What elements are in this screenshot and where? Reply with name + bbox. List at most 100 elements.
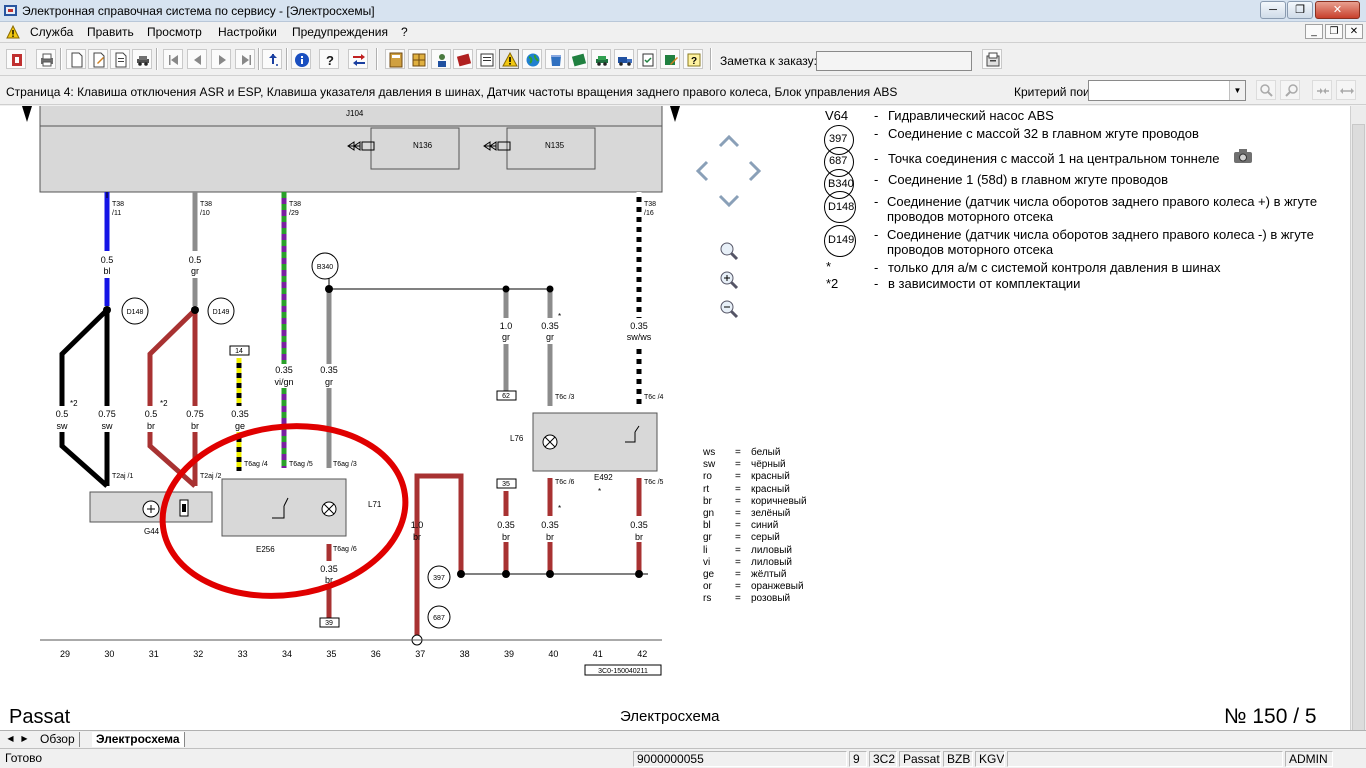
tool-button-7[interactable] <box>522 49 542 69</box>
equals-sign: = <box>735 593 741 605</box>
status-order: 9000000055 <box>633 751 847 767</box>
vehicle-button[interactable] <box>132 49 152 69</box>
color-code: ge <box>703 568 715 580</box>
legend-dash: - <box>874 126 879 141</box>
note-apply-button[interactable] <box>982 49 1002 69</box>
document-icon <box>71 52 83 68</box>
mdi-minimize-button[interactable]: _ <box>1305 24 1323 39</box>
previous-page-button[interactable] <box>187 49 207 69</box>
legend-dash: - <box>874 151 879 166</box>
color-name: жёлтый <box>751 568 787 580</box>
first-page-button[interactable] <box>163 49 183 69</box>
warnings-button[interactable] <box>499 49 519 69</box>
menu-settings[interactable]: Настройки <box>218 25 277 39</box>
swap-button[interactable] <box>348 49 368 69</box>
arrow-up-icon <box>269 54 278 66</box>
color-name: зелёный <box>751 507 791 519</box>
scroll-thumb[interactable] <box>1352 124 1365 734</box>
menu-service[interactable]: Служба <box>30 25 73 39</box>
previous-icon <box>194 55 201 65</box>
tab-overview[interactable]: Обзор <box>36 732 80 747</box>
expand-button[interactable] <box>1336 80 1356 100</box>
status-field-5: KGV <box>975 751 1005 767</box>
tool-button-12[interactable] <box>637 49 657 69</box>
color-code-row: gn = зелёный <box>703 508 807 520</box>
tool-button-9[interactable] <box>568 49 588 69</box>
person-icon <box>438 54 446 67</box>
next-page-button[interactable] <box>211 49 231 69</box>
new-document-button[interactable] <box>66 49 86 69</box>
title-bar: Электронная справочная система по сервис… <box>0 0 1366 22</box>
minimize-button[interactable]: ─ <box>1260 1 1286 19</box>
help-button[interactable]: ? <box>319 49 339 69</box>
list-document-button[interactable] <box>110 49 130 69</box>
info-button[interactable] <box>291 49 311 69</box>
app-icon <box>4 5 17 16</box>
schematic-viewport[interactable]: J104 N136 N135 T38 /11 T38 /10 T38 /29 T… <box>0 106 1350 730</box>
chevron-down-icon[interactable]: ▼ <box>1229 81 1245 100</box>
legend-text-d148: Соединение (датчик числа оборотов заднег… <box>887 194 1318 224</box>
menu-help[interactable]: ? <box>401 25 408 39</box>
mdi-restore-button[interactable]: ❐ <box>1325 24 1343 39</box>
tool-button-1[interactable] <box>385 49 405 69</box>
top-button[interactable] <box>262 49 282 69</box>
color-code-row: gr = серый <box>703 532 807 544</box>
pencil-document-icon <box>93 52 105 68</box>
tool-button-10[interactable] <box>591 49 611 69</box>
color-code-row: rs = розовый <box>703 593 807 605</box>
restore-button[interactable]: ❐ <box>1287 1 1313 19</box>
exit-button[interactable] <box>6 49 26 69</box>
color-code: vi <box>703 556 711 568</box>
arrows-in-icon <box>1317 88 1329 94</box>
color-code-row: bl = синий <box>703 520 807 532</box>
equals-sign: = <box>735 447 741 458</box>
search-back-button[interactable] <box>1256 80 1276 100</box>
search-forward-button[interactable] <box>1280 80 1300 100</box>
truck-icon <box>618 57 632 66</box>
color-code: ro <box>703 471 712 483</box>
car-icon <box>137 56 149 66</box>
color-code-row: vi = лиловый <box>703 557 807 569</box>
page-title: Страница 4: Клавиша отключения ASR и ESP… <box>6 85 898 99</box>
legend-code-star2: *2 <box>826 276 839 291</box>
order-note-input[interactable] <box>816 51 972 71</box>
edit-document-button[interactable] <box>88 49 108 69</box>
tab-scroll-right-icon[interactable]: ▶ <box>18 733 31 745</box>
next-icon <box>219 55 226 65</box>
tool-button-8[interactable] <box>545 49 565 69</box>
search-forward-icon <box>1285 84 1298 97</box>
camera-icon[interactable] <box>1233 148 1253 164</box>
menu-view[interactable]: Просмотр <box>147 25 202 39</box>
color-code: or <box>703 581 712 593</box>
tool-button-3[interactable] <box>431 49 451 69</box>
print-button[interactable] <box>36 49 56 69</box>
status-field-empty <box>1007 751 1283 767</box>
equals-sign: = <box>735 483 741 495</box>
collapse-button[interactable] <box>1312 80 1332 100</box>
vertical-scrollbar[interactable] <box>1350 106 1366 734</box>
legend-dash: - <box>874 172 879 187</box>
tab-schematic[interactable]: Электросхема <box>92 732 185 747</box>
tool-button-2[interactable] <box>408 49 428 69</box>
color-code-row: rt = красный <box>703 484 807 496</box>
tab-scroll-left-icon[interactable]: ◀ <box>4 733 17 745</box>
edit-book-icon <box>665 55 678 65</box>
menu-warnings[interactable]: Предупреждения <box>292 25 388 39</box>
color-code: rt <box>703 483 710 495</box>
tool-button-13[interactable] <box>660 49 680 69</box>
menu-edit[interactable]: Править <box>87 25 134 39</box>
printer-icon <box>41 53 53 67</box>
equals-sign: = <box>735 532 741 544</box>
color-code-row: or = оранжевый <box>703 581 807 593</box>
tool-button-14[interactable]: ? <box>683 49 703 69</box>
close-button[interactable]: ✕ <box>1315 1 1360 19</box>
tool-button-11[interactable] <box>614 49 634 69</box>
search-dropdown[interactable]: ▼ <box>1088 80 1246 101</box>
color-code-row: ws = белый <box>703 447 807 459</box>
tool-button-4[interactable] <box>453 49 473 69</box>
tool-button-5[interactable] <box>476 49 496 69</box>
legend-code-b340: B340 <box>828 178 854 190</box>
mdi-close-button[interactable]: ✕ <box>1345 24 1363 39</box>
question-note-icon: ? <box>687 53 701 67</box>
last-page-button[interactable] <box>235 49 255 69</box>
